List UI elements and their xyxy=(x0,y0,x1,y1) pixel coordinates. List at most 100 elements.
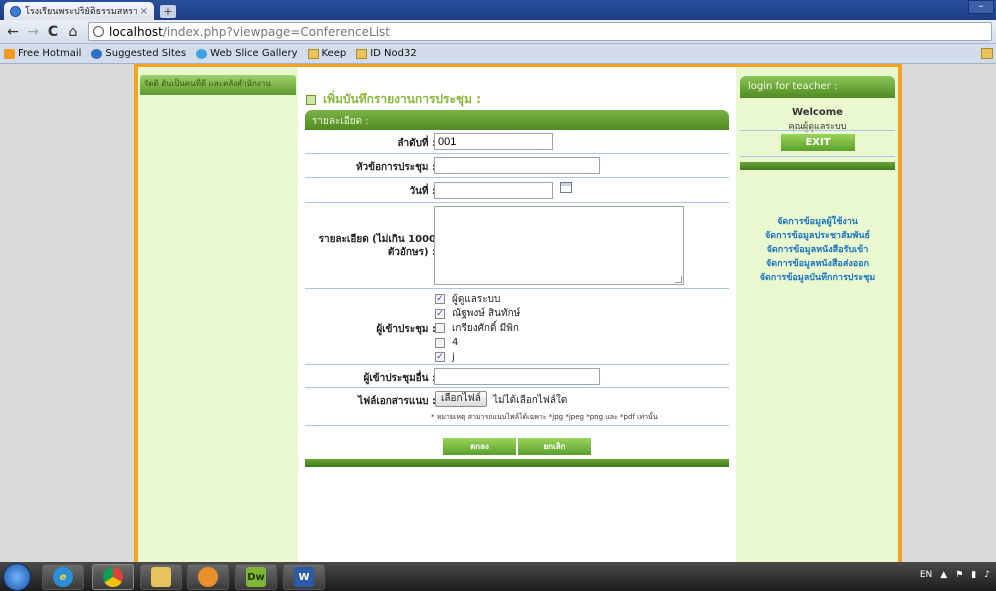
calendar-icon[interactable] xyxy=(560,182,572,193)
tray-expand-icon[interactable]: ▲ xyxy=(940,570,947,580)
bookmark-id-nod32[interactable]: ID Nod32 xyxy=(356,48,417,59)
taskbar-chrome[interactable] xyxy=(92,564,134,590)
right-sidebar: login for teacher : Welcome คุณผู้ดูแลระ… xyxy=(736,67,898,562)
cancel-button[interactable]: ยกเลิก xyxy=(518,438,591,455)
attendee-checkbox-item[interactable]: ✓ ผู้ดูแลระบบ xyxy=(435,292,520,307)
url-path: /index.php?viewpage=ConferenceList xyxy=(162,24,390,39)
choose-file-button[interactable]: เลือกไฟล์ xyxy=(435,391,487,407)
folder-icon xyxy=(151,567,171,587)
attendee-name: เกรียงศักดิ์ มีพิก xyxy=(452,322,519,334)
left-sidebar: รัตติ อันเป็นคนที่ดี และคลังสำนักงาน xyxy=(138,67,298,562)
reload-icon[interactable]: C xyxy=(44,23,62,41)
form-row-other-attendees: ผู้เข้าประชุมอื่น : xyxy=(305,365,729,388)
bookmark-free-hotmail[interactable]: Free Hotmail xyxy=(4,48,81,59)
left-sidebar-header: รัตติ อันเป็นคนที่ดี และคลังสำนักงาน xyxy=(140,75,296,95)
attendee-name: j xyxy=(452,351,455,363)
address-bar[interactable]: localhost /index.php?viewpage=Conference… xyxy=(88,22,992,41)
right-footer-bar xyxy=(740,162,895,170)
bookmark-label: Suggested Sites xyxy=(105,48,187,59)
bookmark-label: Free Hotmail xyxy=(18,48,82,59)
taskbar-explorer[interactable] xyxy=(140,564,182,590)
volume-icon[interactable]: ♪ xyxy=(984,570,990,580)
tab-close-icon[interactable]: × xyxy=(140,6,148,17)
attendees-label: ผู้เข้าประชุม : xyxy=(376,324,436,335)
attendee-list: ✓ ผู้ดูแลระบบ ✓ ณัฐพงษ์ สินทักษ์ เกรียงศัก… xyxy=(435,292,520,365)
divider xyxy=(740,156,895,157)
main-footer-bar xyxy=(305,459,729,467)
bookmark-label: ID Nod32 xyxy=(370,48,417,59)
folder-icon xyxy=(307,48,319,59)
bookmark-label: Web Slice Gallery xyxy=(210,48,298,59)
attendee-checkbox-item[interactable]: 4 xyxy=(435,336,520,351)
document-icon xyxy=(306,94,316,105)
page-viewport: รัตติ อันเป็นคนที่ดี และคลังสำนักงาน เพิ… xyxy=(0,64,996,562)
attendee-checkbox-item[interactable]: เกรียงศักดิ์ มีพิก xyxy=(435,321,520,336)
file-note: * หมายเหตุ สามารถแนบไฟล์ได้เฉพาะ *jpg *j… xyxy=(431,413,658,421)
resize-grip-icon[interactable] xyxy=(675,276,682,283)
bookmark-label: Keep xyxy=(321,48,347,59)
minimize-button[interactable]: – xyxy=(968,0,994,14)
taskbar-dreamweaver[interactable]: Dw xyxy=(235,564,277,590)
tab-title: โรงเรียนพระปริยัติธรรมสหราช xyxy=(25,7,137,17)
order-input[interactable] xyxy=(434,133,553,150)
browser-tab[interactable]: โรงเรียนพระปริยัติธรรมสหราช × xyxy=(4,2,154,20)
menu-link-incoming[interactable]: จัดการข้อมูลหนังสือรับเข้า xyxy=(740,243,895,257)
detail-textarea[interactable] xyxy=(434,206,684,285)
page-info-icon[interactable] xyxy=(93,26,104,37)
hotmail-icon xyxy=(4,48,15,59)
forward-icon[interactable]: → xyxy=(24,23,42,41)
welcome-text: Welcome xyxy=(792,107,843,118)
other-bookmarks-folder-icon[interactable] xyxy=(981,48,993,59)
browser-toolbar: ← → C ⌂ localhost /index.php?viewpage=Co… xyxy=(0,20,996,44)
date-input[interactable] xyxy=(434,182,553,199)
detail-label: รายละเอียด (ไม่เกิน 1000 ตัวอักษร) : xyxy=(318,234,436,258)
menu-link-outgoing[interactable]: จัดการข้อมูลหนังสือส่งออก xyxy=(740,257,895,271)
checkbox-unchecked-icon[interactable] xyxy=(435,337,445,348)
form-row-file: ไฟล์เอกสารแนบ : เลือกไฟล์ ไม่ได้เลือกไฟล… xyxy=(305,388,729,411)
exit-button[interactable]: EXIT xyxy=(781,134,855,151)
admin-menu: จัดการข้อมูลผู้ใช้งาน จัดการข้อมูลประชาส… xyxy=(740,215,895,285)
menu-link-users[interactable]: จัดการข้อมูลผู้ใช้งาน xyxy=(740,215,895,229)
browser-tab-bar: โรงเรียนพระปริยัติธรรมสหราช × + – xyxy=(0,0,996,20)
ie-icon: e xyxy=(53,567,73,587)
start-button[interactable] xyxy=(3,563,31,591)
url-host: localhost xyxy=(109,24,163,39)
bookmarks-bar: Free Hotmail Suggested Sites Web Slice G… xyxy=(0,44,996,64)
language-indicator[interactable]: EN xyxy=(920,570,932,580)
attendee-name: ผู้ดูแลระบบ xyxy=(452,293,501,305)
checkbox-unchecked-icon[interactable] xyxy=(435,323,445,334)
home-icon[interactable]: ⌂ xyxy=(64,23,82,41)
bookmark-keep[interactable]: Keep xyxy=(307,48,347,59)
checkbox-checked-icon[interactable]: ✓ xyxy=(435,308,445,319)
form-row-detail: รายละเอียด (ไม่เกิน 1000 ตัวอักษร) : xyxy=(305,203,729,289)
menu-link-meetings[interactable]: จัดการข้อมูลบันทึกการประชุม xyxy=(740,271,895,285)
form-row-date: วันที่ : xyxy=(305,178,729,203)
new-tab-button[interactable]: + xyxy=(160,5,176,18)
menu-link-pr[interactable]: จัดการข้อมูลประชาสัมพันธ์ xyxy=(740,229,895,243)
section-header: รายละเอียด : xyxy=(305,110,729,130)
chrome-icon xyxy=(103,567,123,587)
divider xyxy=(740,130,895,131)
checkbox-checked-icon[interactable]: ✓ xyxy=(435,352,445,363)
bookmark-suggested-sites[interactable]: Suggested Sites xyxy=(91,48,186,59)
other-attendees-input[interactable] xyxy=(434,368,600,385)
file-status: ไม่ได้เลือกไฟล์ใด xyxy=(493,395,568,406)
submit-button[interactable]: ตกลง xyxy=(443,438,516,455)
attendee-checkbox-item[interactable]: ✓ ณัฐพงษ์ สินทักษ์ xyxy=(435,307,520,322)
flag-icon[interactable]: ⚑ xyxy=(955,570,963,580)
order-label: ลำดับที่ : xyxy=(397,138,436,149)
divider xyxy=(305,425,729,426)
system-tray: EN ▲ ⚑ ▮ ♪ xyxy=(912,570,990,580)
attendee-name: 4 xyxy=(452,337,459,349)
checkbox-checked-icon[interactable]: ✓ xyxy=(435,294,445,305)
network-icon[interactable]: ▮ xyxy=(971,570,976,580)
globe-icon xyxy=(91,48,103,59)
back-icon[interactable]: ← xyxy=(4,23,22,41)
taskbar-word[interactable]: W xyxy=(283,564,325,590)
attendee-checkbox-item[interactable]: ✓ j xyxy=(435,350,520,365)
attendee-name: ณัฐพงษ์ สินทักษ์ xyxy=(452,308,521,320)
taskbar-ie[interactable]: e xyxy=(42,564,84,590)
taskbar-media[interactable] xyxy=(187,564,229,590)
bookmark-web-slice-gallery[interactable]: Web Slice Gallery xyxy=(196,48,298,59)
topic-input[interactable] xyxy=(434,157,600,174)
